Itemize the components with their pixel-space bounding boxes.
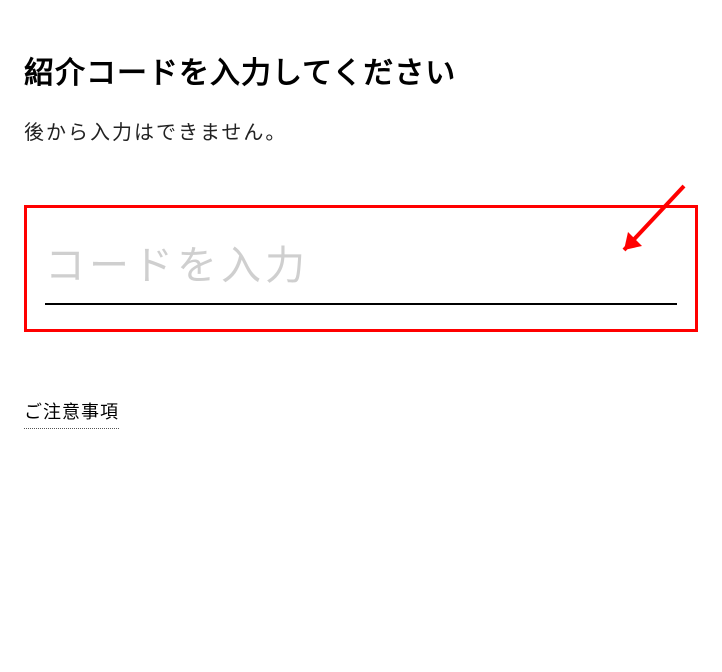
page-title: 紹介コードを入力してください — [24, 48, 698, 92]
input-highlight-box — [24, 205, 698, 332]
notice-link[interactable]: ご注意事項 — [24, 398, 119, 429]
referral-code-input[interactable] — [45, 234, 677, 305]
subtext-warning: 後から入力はできません。 — [24, 116, 698, 145]
